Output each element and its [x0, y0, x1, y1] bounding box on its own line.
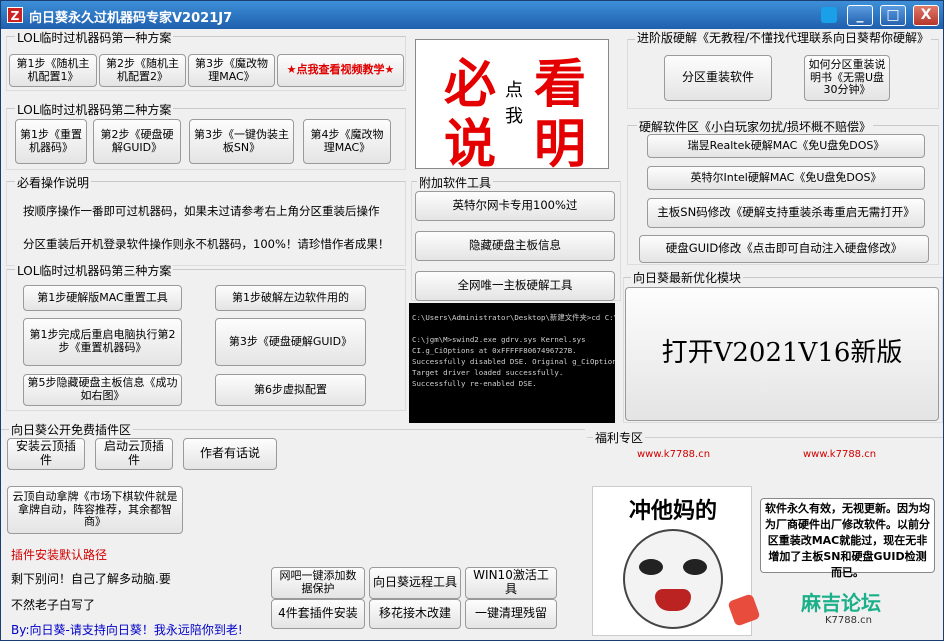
extra-tools-title: 附加软件工具	[417, 174, 494, 191]
minimize-button[interactable]: _	[847, 5, 873, 26]
console-line: CI.g_CiOptions at 0xFFFFF8067496727B.	[412, 346, 577, 355]
hw-title: 硬解软件区《小白玩家勿扰/损坏概不赔偿》	[637, 118, 874, 135]
scheme3-title: LOL临时过机器码第三种方案	[15, 262, 174, 279]
banner-char-3: 说	[444, 114, 497, 175]
console-line: Successfully re-enabled DSE.	[412, 379, 537, 388]
netcafe-protect-button[interactable]: 网吧一键添加数据保护	[271, 567, 365, 599]
s3-reboot-step2-button[interactable]: 第1步完成后重启电脑执行第2步《重置机器码》	[23, 318, 182, 366]
s2-step2-button[interactable]: 第2步《硬盘硬解GUID》	[93, 119, 181, 164]
s1-step1-button[interactable]: 第1步《随机主机配置1》	[9, 54, 97, 87]
s3-step5-hide-button[interactable]: 第5步隐藏硬盘主板信息《成功如右图》	[23, 374, 182, 406]
realtek-mac-button[interactable]: 瑞昱Realtek硬解MAC《免U盘免DOS》	[647, 134, 925, 158]
partition-manual-button[interactable]: 如何分区重装说明书《无需U盘30分钟》	[804, 55, 890, 101]
window-title: 向日葵永久过机器码专家V2021J7	[29, 11, 233, 26]
forum-watermark: 麻吉论坛 K7788.cn	[727, 587, 921, 637]
console-line: C:\jgm\M>swind2.exe gdrv.sys Kernel.sys	[412, 335, 586, 344]
notice-line2: 分区重装后开机登录软件操作则永不机器码，100%！请珍惜作者成果！	[23, 237, 390, 251]
title-bar: Z 向日葵永久过机器码专家V2021J7 _ □ X	[1, 1, 943, 29]
s3-step3-guid-button[interactable]: 第3步《硬盘硬解GUID》	[215, 318, 366, 366]
main-window: Z 向日葵永久过机器码专家V2021J7 _ □ X LOL临时过机器码第一种方…	[0, 0, 944, 641]
site-link-1[interactable]: www.k7788.cn	[637, 449, 710, 460]
plugin-path-label: 插件安装默认路径	[11, 548, 108, 562]
console-line: Successfully disabled DSE. Original g_Ci…	[412, 357, 615, 366]
intel-nic-button[interactable]: 英特尔网卡专用100%过	[415, 191, 615, 221]
meme-image: 冲他妈的	[592, 486, 752, 636]
s2-step3-button[interactable]: 第3步《一键伪装主板SN》	[189, 119, 294, 164]
plugins-title: 向日葵公开免费插件区	[9, 421, 134, 438]
scheme2-title: LOL临时过机器码第二种方案	[15, 101, 174, 118]
panda-face-icon	[623, 529, 723, 629]
win10-activate-button[interactable]: WIN10激活工具	[465, 567, 557, 599]
clean-residue-button[interactable]: 一键清理残留	[465, 599, 557, 629]
close-button[interactable]: X	[913, 5, 939, 26]
s2-step1-button[interactable]: 第1步《重置机器码》	[15, 119, 87, 164]
console-line: C:\Users\Administrator\Desktop\新建文件夹>cd …	[412, 313, 615, 322]
notice-line1: 按顺序操作一番即可过机器码，如果未过请参考右上角分区重装后操作	[23, 204, 380, 218]
notice-group	[6, 181, 406, 266]
meme-caption: 冲他妈的	[628, 499, 717, 524]
install-yunding-button[interactable]: 安装云顶插件	[7, 438, 85, 470]
s3-step6-virtual-button[interactable]: 第6步虚拟配置	[215, 374, 366, 406]
skin-icon[interactable]	[821, 7, 837, 23]
author-says-button[interactable]: 作者有话说	[183, 438, 277, 470]
advanced-title: 进阶版硬解《无教程/不懂找代理联系向日葵帮你硬解》	[635, 29, 932, 46]
start-yunding-button[interactable]: 启动云顶插件	[95, 438, 173, 470]
banner-mid-1: 点	[505, 80, 523, 101]
banner-char-4: 明	[534, 114, 587, 175]
watermark-title: 麻吉论坛	[801, 591, 881, 615]
must-read-banner[interactable]: 必 看 说 明 点 我	[415, 39, 609, 175]
s3-crack-left-button[interactable]: 第1步破解左边软件用的	[215, 285, 366, 311]
say-line-1: 剩下别问！自己了解多动脑.要	[11, 572, 171, 586]
partition-reinstall-button[interactable]: 分区重装软件	[664, 55, 772, 101]
banner-mid-2: 我	[505, 106, 523, 127]
say-line-2: 不然老子白写了	[11, 598, 96, 612]
video-tutorial-button[interactable]: ★点我查看视频教学★	[277, 54, 404, 87]
console-screenshot: C:\Users\Administrator\Desktop\新建文件夹>cd …	[409, 303, 615, 423]
board-hw-tool-button[interactable]: 全网唯一主板硬解工具	[415, 271, 615, 301]
hide-disk-board-button[interactable]: 隐藏硬盘主板信息	[415, 231, 615, 261]
scheme1-title: LOL临时过机器码第一种方案	[15, 29, 174, 46]
maximize-button[interactable]: □	[880, 5, 906, 26]
s2-step4-button[interactable]: 第4步《魔改物理MAC》	[303, 119, 391, 164]
s1-step2-button[interactable]: 第2步《随机主机配置2》	[99, 54, 186, 87]
app-icon: Z	[7, 7, 23, 23]
latest-title: 向日葵最新优化模块	[631, 269, 744, 286]
open-new-version-button[interactable]: 打开V2021V16新版	[625, 287, 939, 421]
notice-title: 必看操作说明	[15, 174, 92, 191]
welfare-title: 福利专区	[593, 429, 646, 446]
watermark-site: K7788.cn	[825, 615, 873, 626]
disk-guid-button[interactable]: 硬盘GUID修改《点击即可自动注入硬盘修改》	[639, 235, 929, 263]
s1-step3-button[interactable]: 第3步《魔改物理MAC》	[188, 54, 275, 87]
graft-rebuild-button[interactable]: 移花接木改建	[369, 599, 461, 629]
yunding-autopick-button[interactable]: 云顶自动拿牌《市场下棋软件就是拿牌自动，阵容推荐，其余都智商》	[7, 486, 183, 534]
remote-tool-button[interactable]: 向日葵远程工具	[369, 567, 461, 599]
four-plugins-button[interactable]: 4件套插件安装	[271, 599, 365, 629]
intel-mac-button[interactable]: 英特尔Intel硬解MAC《免U盘免DOS》	[647, 166, 925, 190]
footer-text: By:向日葵-请支持向日葵！我永远陪你到老!	[11, 623, 243, 637]
console-line: Target driver loaded successfully.	[412, 368, 564, 377]
s3-mac-reset-button[interactable]: 第1步硬解版MAC重置工具	[23, 285, 182, 311]
site-link-2[interactable]: www.k7788.cn	[803, 449, 876, 460]
promo-text: 软件永久有效，无视更新。因为均为厂商硬件出厂修改软件。以前分区重装改MAC就能过…	[760, 498, 935, 579]
board-sn-button[interactable]: 主板SN码修改《硬解支持重装杀毒重启无需打开》	[647, 198, 925, 228]
